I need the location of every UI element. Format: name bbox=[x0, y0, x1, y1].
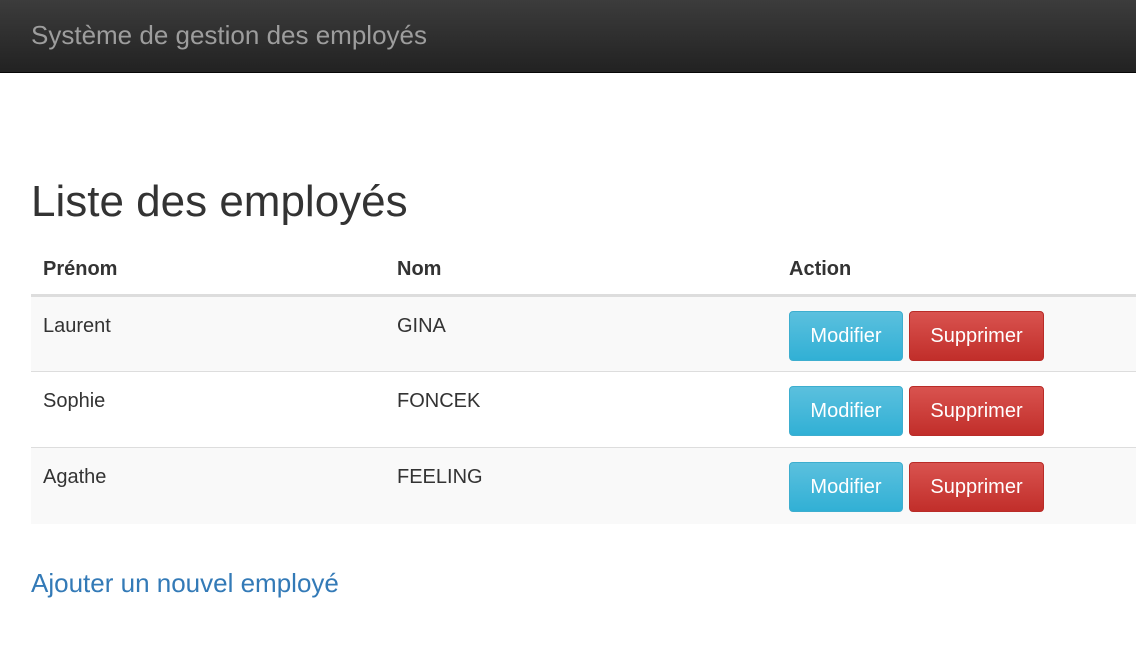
first-name-cell: Sophie bbox=[31, 371, 385, 448]
navbar-brand[interactable]: Système de gestion des employés bbox=[31, 19, 427, 51]
first-name-text: Agathe bbox=[43, 466, 107, 488]
delete-button[interactable]: Supprimer bbox=[909, 386, 1044, 436]
action-cell: Modifier Supprimer bbox=[777, 447, 1136, 524]
top-navbar: Système de gestion des employés bbox=[0, 0, 1136, 73]
edit-button[interactable]: Modifier bbox=[789, 386, 903, 436]
employee-table: Prénom Nom Action Laurent GINA Modifier S… bbox=[31, 244, 1136, 524]
last-name-cell: GINA bbox=[385, 295, 777, 372]
table-body: Laurent GINA Modifier Supprimer Sophie FO… bbox=[31, 295, 1136, 524]
action-cell: Modifier Supprimer bbox=[777, 371, 1136, 448]
first-name-cell: Laurent bbox=[31, 295, 385, 372]
delete-button[interactable]: Supprimer bbox=[909, 311, 1044, 361]
add-employee-link[interactable]: Ajouter un nouvel employé bbox=[31, 567, 339, 599]
last-name-text: FONCEK bbox=[397, 390, 481, 412]
page-title: Liste des employés bbox=[31, 177, 408, 226]
last-name-cell: FONCEK bbox=[385, 371, 777, 448]
employee-table-container: Prénom Nom Action Laurent GINA Modifier S… bbox=[31, 244, 1136, 524]
edit-button[interactable]: Modifier bbox=[789, 462, 903, 512]
column-header-first-name: Prénom bbox=[31, 244, 385, 297]
table-row: Sophie FONCEK Modifier Supprimer bbox=[31, 371, 1136, 448]
last-name-text: FEELING bbox=[397, 466, 483, 488]
delete-button[interactable]: Supprimer bbox=[909, 462, 1044, 512]
last-name-cell: FEELING bbox=[385, 447, 777, 524]
first-name-cell: Agathe bbox=[31, 447, 385, 524]
edit-button[interactable]: Modifier bbox=[789, 311, 903, 361]
table-row: Agathe FEELING Modifier Supprimer bbox=[31, 447, 1136, 524]
first-name-text: Laurent bbox=[43, 315, 111, 337]
column-header-action: Action bbox=[777, 244, 1136, 297]
table-header-row: Prénom Nom Action bbox=[31, 244, 1136, 297]
first-name-text: Sophie bbox=[43, 390, 106, 412]
table-row: Laurent GINA Modifier Supprimer bbox=[31, 295, 1136, 372]
column-header-last-name: Nom bbox=[385, 244, 777, 297]
action-cell: Modifier Supprimer bbox=[777, 295, 1136, 372]
last-name-text: GINA bbox=[397, 315, 446, 337]
table-header: Prénom Nom Action bbox=[31, 244, 1136, 297]
